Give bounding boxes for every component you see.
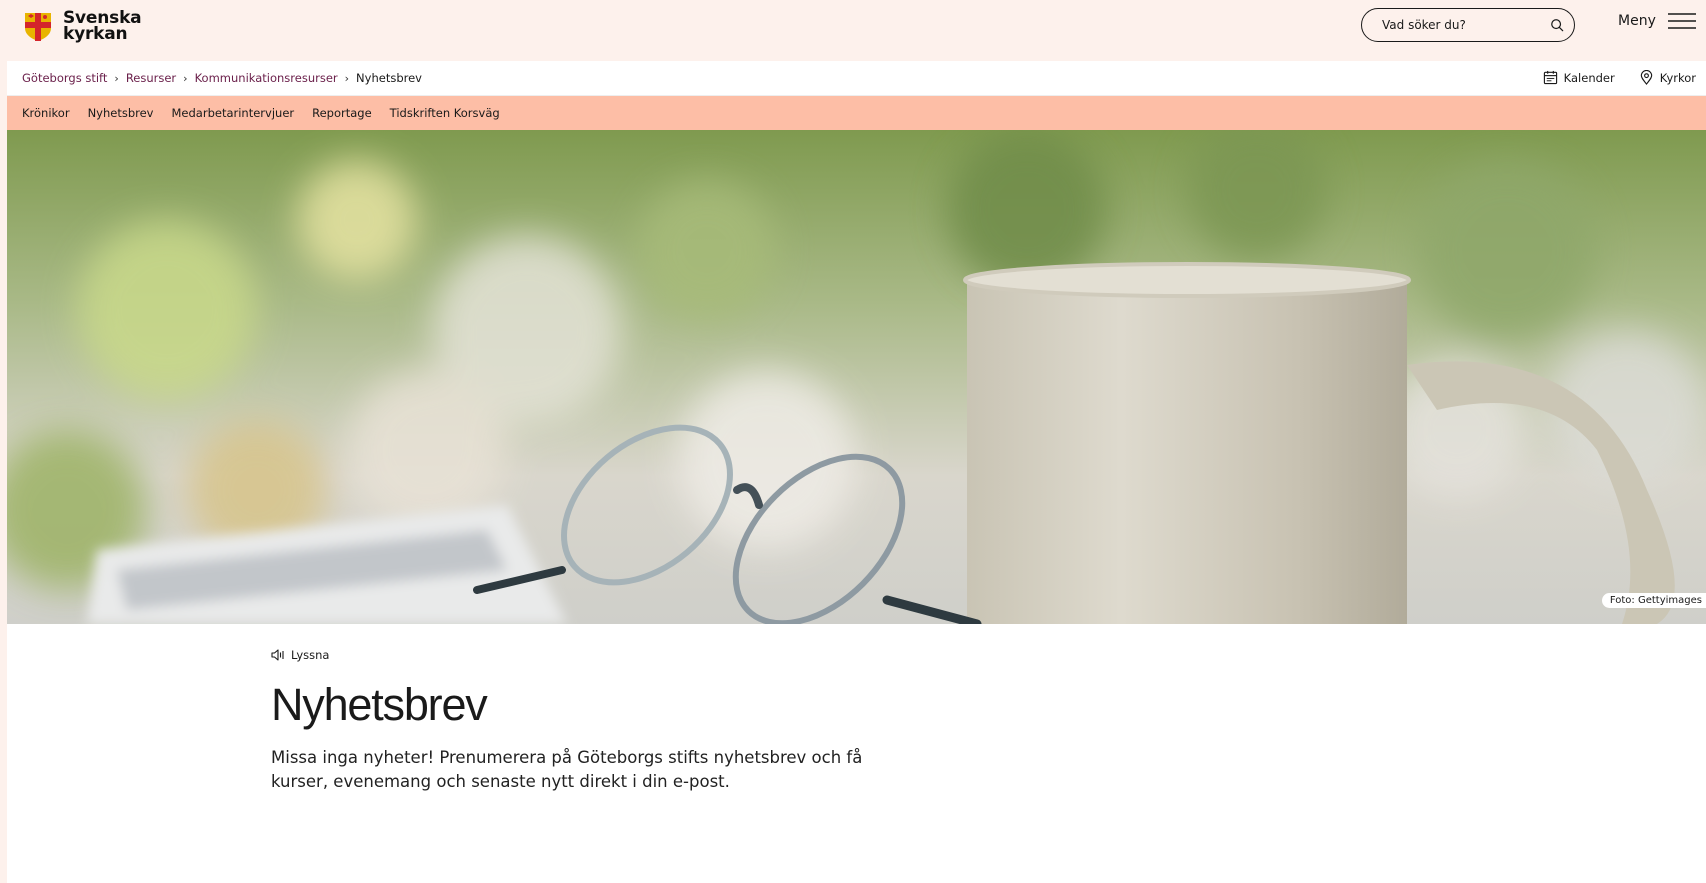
churches-link[interactable]: Kyrkor <box>1639 70 1696 85</box>
subnav-item-kronikor[interactable]: Krönikor <box>22 106 70 120</box>
subnav-item-nyhetsbrev[interactable]: Nyhetsbrev <box>88 106 154 120</box>
search-icon[interactable] <box>1550 18 1564 32</box>
hero-photo-coffee-glasses <box>7 130 1706 624</box>
section-subnav: Krönikor Nyhetsbrev Medarbetarintervjuer… <box>7 96 1706 130</box>
listen-label: Lyssna <box>291 648 330 662</box>
breadcrumb-separator: › <box>183 71 188 85</box>
hero-image: Foto: Gettyimages <box>7 130 1706 624</box>
logo-line-2: kyrkan <box>63 24 128 44</box>
breadcrumb-current: Nyhetsbrev <box>356 71 422 85</box>
breadcrumb-bar: Göteborgs stift › Resurser › Kommunikati… <box>7 61 1706 96</box>
search-box <box>1361 8 1575 42</box>
subnav-item-tidskriften-korsvag[interactable]: Tidskriften Korsväg <box>390 106 500 120</box>
svenska-kyrkan-logo[interactable]: Svenska kyrkan <box>22 10 142 44</box>
breadcrumb-link-resurser[interactable]: Resurser <box>126 71 176 85</box>
page-title: Nyhetsbrev <box>271 679 488 730</box>
quick-links: Kalender Kyrkor <box>1543 70 1696 85</box>
calendar-icon <box>1543 70 1557 85</box>
logo-wordmark: Svenska kyrkan <box>63 10 142 44</box>
breadcrumb: Göteborgs stift › Resurser › Kommunikati… <box>22 71 422 85</box>
location-pin-icon <box>1640 70 1652 85</box>
breadcrumb-separator: › <box>344 71 350 85</box>
subnav-item-medarbetarintervjuer[interactable]: Medarbetarintervjuer <box>172 106 295 120</box>
page: Svenska kyrkan Meny Göteborgs stift › Re… <box>7 7 1706 883</box>
hamburger-icon <box>1667 13 1696 29</box>
breadcrumb-separator: › <box>114 71 119 85</box>
breadcrumb-link-kommunikationsresurser[interactable]: Kommunikationsresurser <box>195 71 338 85</box>
photo-credit: Foto: Gettyimages <box>1601 593 1706 608</box>
calendar-link[interactable]: Kalender <box>1543 70 1615 85</box>
search-input[interactable] <box>1380 17 1550 33</box>
churches-label: Kyrkor <box>1659 70 1696 85</box>
breadcrumb-link-goteborgs-stift[interactable]: Göteborgs stift <box>22 71 107 85</box>
calendar-label: Kalender <box>1563 70 1615 85</box>
menu-button[interactable]: Meny <box>1618 13 1696 29</box>
intro-text: Missa inga nyheter! Prenumerera på Göteb… <box>271 748 863 791</box>
site-header: Svenska kyrkan Meny <box>7 7 1706 61</box>
menu-label: Meny <box>1618 13 1656 29</box>
article-content: Lyssna Nyhetsbrev Missa inga nyheter! Pr… <box>7 648 1706 794</box>
church-crest-icon <box>25 13 51 41</box>
listen-button[interactable]: Lyssna <box>271 648 1706 662</box>
subnav-item-reportage[interactable]: Reportage <box>312 106 372 120</box>
speaker-icon <box>271 649 284 661</box>
